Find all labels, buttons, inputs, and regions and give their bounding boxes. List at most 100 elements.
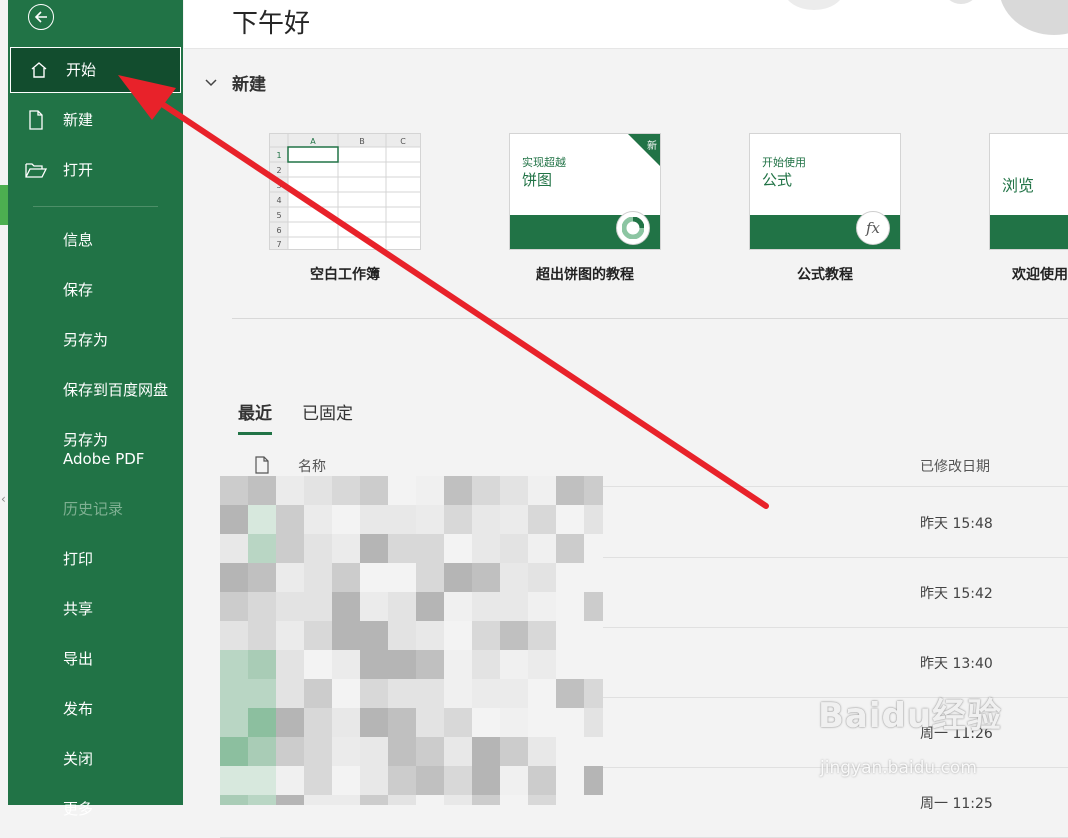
mosaic-cell <box>304 708 332 737</box>
back-arrow-icon <box>34 11 47 23</box>
mosaic-cell <box>220 795 248 805</box>
mosaic-cell <box>248 708 276 737</box>
mosaic-cell <box>472 476 500 505</box>
mosaic-cell <box>276 592 304 621</box>
pixelated-filenames <box>220 476 603 805</box>
template-title: 浏览 <box>1002 176 1035 195</box>
mosaic-cell <box>444 476 472 505</box>
template-welcome[interactable]: 浏览 <box>990 134 1068 249</box>
template-blank-workbook[interactable]: A B C 1 2 3 4 5 6 7 <box>270 134 420 249</box>
mosaic-cell <box>472 592 500 621</box>
sidebar-item-label: 新建 <box>63 110 94 129</box>
template-subtitle: 开始使用 <box>762 156 806 169</box>
mosaic-cell <box>220 534 248 563</box>
sidebar-item-export[interactable]: 导出 <box>8 636 183 682</box>
mosaic-cell <box>528 563 556 592</box>
mosaic-cell <box>220 592 248 621</box>
sidebar-item-label: 另存为 <box>63 330 109 349</box>
mosaic-cell <box>500 679 528 708</box>
mosaic-cell <box>248 621 276 650</box>
tab-recent[interactable]: 最近 <box>238 399 272 435</box>
sidebar-item-close[interactable]: 关闭 <box>8 736 183 782</box>
sidebar-item-label: 历史记录 <box>63 499 124 518</box>
mosaic-cell <box>584 621 603 650</box>
template-caption: 公式教程 <box>797 267 853 283</box>
mosaic-cell <box>528 679 556 708</box>
mosaic-cell <box>248 737 276 766</box>
mosaic-cell <box>556 592 584 621</box>
sidebar-item-info[interactable]: 信息 <box>8 217 183 263</box>
mosaic-cell <box>360 476 388 505</box>
tab-pinned[interactable]: 已固定 <box>302 399 353 435</box>
mosaic-cell <box>220 737 248 766</box>
decoration-shape <box>944 0 978 4</box>
mosaic-cell <box>528 708 556 737</box>
mosaic-cell <box>332 795 360 805</box>
backstage-sidebar: 开始 新建 打开 信息 保存 另存为 保存到百度网盘 另存为 Adobe PDF… <box>8 0 183 818</box>
sidebar-item-save[interactable]: 保存 <box>8 267 183 313</box>
mosaic-cell <box>584 505 603 534</box>
mosaic-cell <box>528 476 556 505</box>
mosaic-cell <box>332 766 360 795</box>
decoration-shape <box>784 0 844 10</box>
mosaic-cell <box>556 737 584 766</box>
sidebar-item-new[interactable]: 新建 <box>8 97 183 143</box>
template-caption: 欢迎使用 <box>1012 267 1068 283</box>
mosaic-cell <box>444 708 472 737</box>
sidebar-item-save-as[interactable]: 另存为 <box>8 317 183 363</box>
mosaic-cell <box>584 563 603 592</box>
mosaic-cell <box>360 621 388 650</box>
mosaic-cell <box>304 650 332 679</box>
sidebar-item-print[interactable]: 打印 <box>8 536 183 582</box>
sidebar-item-home[interactable]: 开始 <box>10 47 181 93</box>
mosaic-cell <box>220 563 248 592</box>
column-header-modified[interactable]: 已修改日期 <box>920 456 990 476</box>
mosaic-cell <box>248 650 276 679</box>
sidebar-item-publish[interactable]: 发布 <box>8 686 183 732</box>
sidebar-item-label: 共享 <box>63 599 94 618</box>
sidebar-item-save-to-baidu[interactable]: 保存到百度网盘 <box>8 367 183 413</box>
mosaic-cell <box>276 650 304 679</box>
mosaic-cell <box>584 795 603 805</box>
mosaic-cell <box>248 476 276 505</box>
mosaic-cell <box>360 679 388 708</box>
template-caption: 空白工作簿 <box>310 267 380 283</box>
mosaic-cell <box>584 650 603 679</box>
new-badge-text: 新 <box>647 141 657 152</box>
mosaic-cell <box>304 795 332 805</box>
mosaic-cell <box>528 650 556 679</box>
back-button[interactable] <box>28 4 54 30</box>
column-header-name[interactable]: 名称 <box>298 456 326 476</box>
sidebar-item-label: 另存为 Adobe PDF <box>63 431 145 468</box>
template-pie-tutorial[interactable]: 新 实现超越 饼图 <box>510 134 660 249</box>
template-band <box>990 215 1068 249</box>
edge-highlight <box>0 185 8 225</box>
mosaic-cell <box>416 650 444 679</box>
template-formula-tutorial[interactable]: 开始使用 公式 fx <box>750 134 900 249</box>
mosaic-cell <box>360 534 388 563</box>
sidebar-item-open[interactable]: 打开 <box>8 147 183 193</box>
sidebar-item-label: 开始 <box>66 60 97 79</box>
mosaic-cell <box>444 795 472 805</box>
mosaic-cell <box>276 766 304 795</box>
sidebar-item-label: 更多 <box>63 799 94 818</box>
grid-row-3: 3 <box>276 181 281 190</box>
mosaic-cell <box>444 650 472 679</box>
mosaic-cell <box>220 650 248 679</box>
sidebar-item-more[interactable]: 更多 <box>8 786 183 832</box>
decoration-shape <box>999 0 1068 35</box>
mosaic-cell <box>584 679 603 708</box>
new-section-header[interactable]: 新建 <box>204 70 266 95</box>
mosaic-cell <box>528 505 556 534</box>
sidebar-item-save-as-pdf[interactable]: 另存为 Adobe PDF <box>8 427 158 473</box>
mosaic-cell <box>276 737 304 766</box>
mosaic-cell <box>304 621 332 650</box>
mosaic-cell <box>388 737 416 766</box>
mosaic-cell <box>276 708 304 737</box>
mosaic-cell <box>500 766 528 795</box>
page-title: 下午好 <box>232 9 311 39</box>
mosaic-cell <box>472 650 500 679</box>
sidebar-item-label: 发布 <box>63 699 94 718</box>
sidebar-item-share[interactable]: 共享 <box>8 586 183 632</box>
grid-col-c: C <box>400 137 406 146</box>
